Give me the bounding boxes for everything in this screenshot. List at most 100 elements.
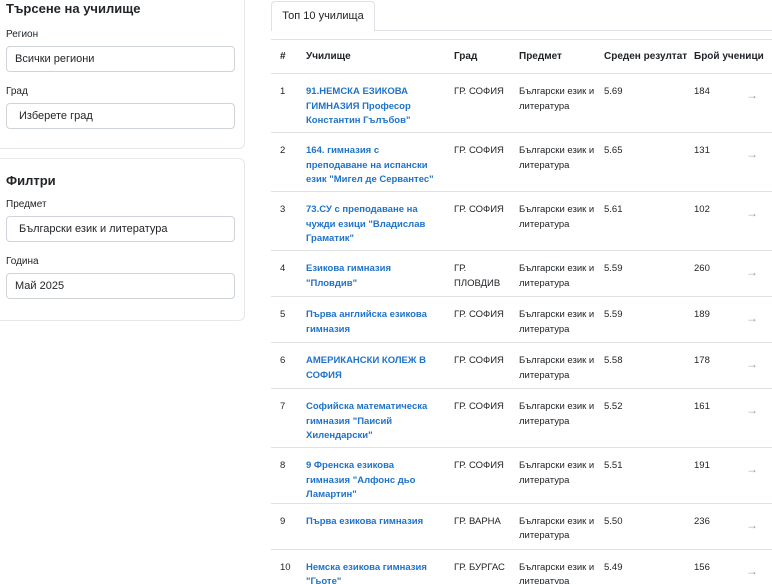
row-subject: Български език и литература <box>511 388 596 448</box>
header-subject[interactable]: Предмет <box>511 39 596 74</box>
header-count[interactable]: Брой ученици <box>686 39 764 74</box>
row-average: 5.59 <box>596 296 686 343</box>
row-average: 5.58 <box>596 342 686 389</box>
school-link[interactable]: 164. гимназия с преподаване на испански … <box>306 145 434 185</box>
table-row[interactable]: 10 Немска езикова гимназия "Гьоте" ГР. БУР… <box>271 549 772 584</box>
filters-panel: Филтри Предмет Български език и литерату… <box>0 158 245 321</box>
row-subject: Български език и литература <box>511 250 596 297</box>
city-select[interactable]: Изберете град <box>6 103 235 129</box>
tab-top-10[interactable]: Топ 10 училища <box>271 1 375 31</box>
table-row[interactable]: 7 Софийска математическа гимназия "Паисий… <box>271 388 772 448</box>
search-panel: Търсене на училище Регион Всички региони… <box>0 0 245 149</box>
row-subject: Български език и литература <box>511 73 596 133</box>
year-label: Година <box>6 256 39 267</box>
year-select[interactable]: Май 2025 <box>6 273 235 299</box>
row-subject: Български език и литература <box>511 549 596 584</box>
row-count: 236 <box>686 503 746 550</box>
school-link[interactable]: 73.СУ с преподаване на чужди езици "Влад… <box>306 204 425 244</box>
header-city[interactable]: Град <box>446 39 511 74</box>
school-link[interactable]: АМЕРИКАНСКИ КОЛЕЖ В СОФИЯ <box>306 355 426 381</box>
row-city: ГР. СОФИЯ <box>446 73 511 133</box>
row-num: 7 <box>271 388 298 448</box>
results-table-container: # Училище Град Предмет Среден резултат Б… <box>271 39 772 584</box>
row-city: ГР. СОФИЯ <box>446 388 511 448</box>
school-link[interactable]: 9 Френска езикова гимназия "Алфонс дьо Л… <box>306 460 415 500</box>
row-average: 5.49 <box>596 549 686 584</box>
row-subject: Български език и литература <box>511 447 596 504</box>
arrow-right-icon[interactable]: → <box>746 564 758 579</box>
table-row[interactable]: 6 АМЕРИКАНСКИ КОЛЕЖ В СОФИЯ ГР. СОФИЯ Бълга… <box>271 342 772 389</box>
row-city: ГР. БУРГАС <box>446 549 511 584</box>
school-link[interactable]: Немска езикова гимназия "Гьоте" <box>306 562 427 584</box>
arrow-right-icon[interactable]: → <box>746 357 758 372</box>
header-average[interactable]: Среден резултат <box>596 39 687 74</box>
region-select[interactable]: Всички региони <box>6 46 235 72</box>
row-num: 5 <box>271 296 298 343</box>
school-link[interactable]: Езикова гимназия "Пловдив" <box>306 263 391 289</box>
row-count: 156 <box>686 549 746 584</box>
row-num: 10 <box>271 549 298 584</box>
row-count: 189 <box>686 296 746 343</box>
filters-panel-title: Филтри <box>6 173 56 188</box>
row-num: 1 <box>271 73 298 133</box>
row-subject: Български език и литература <box>511 132 596 192</box>
table-row[interactable]: 89 Френска езикова гимназия "Алфонс дьо … <box>271 447 772 504</box>
arrow-right-icon[interactable]: → <box>746 147 758 162</box>
arrow-right-icon[interactable]: → <box>746 88 758 103</box>
row-average: 5.65 <box>596 132 686 192</box>
arrow-right-icon[interactable]: → <box>746 462 758 477</box>
row-count: 191 <box>686 447 746 504</box>
row-subject: Български език и литература <box>511 342 596 389</box>
row-average: 5.51 <box>596 447 686 504</box>
table-row[interactable]: 5 Първа английска езикова гимназия ГР. СОФ… <box>271 296 772 343</box>
subject-select[interactable]: Български език и литература <box>6 216 235 242</box>
row-average: 5.50 <box>596 503 686 550</box>
table-row[interactable]: 3 73.СУ с преподаване на чужди езици "Вла… <box>271 191 772 251</box>
row-city: ГР. ВАРНА <box>446 503 511 550</box>
table-row[interactable]: 4 Езикова гимназия "Пловдив" ГР. ПЛОВДИВ Бъ… <box>271 250 772 297</box>
arrow-right-icon[interactable]: → <box>746 311 758 326</box>
row-average: 5.69 <box>596 73 686 133</box>
row-city: ГР. СОФИЯ <box>446 296 511 343</box>
row-city: ГР. СОФИЯ <box>446 342 511 389</box>
school-link[interactable]: Първа английска езикова гимназия <box>306 309 427 335</box>
row-city: ГР. СОФИЯ <box>446 132 511 192</box>
row-count: 131 <box>686 132 746 192</box>
header-num[interactable]: # <box>271 39 298 74</box>
arrow-right-icon[interactable]: → <box>746 403 758 418</box>
row-city: ГР. СОФИЯ <box>446 447 511 504</box>
row-subject: Български език и литература <box>511 503 596 550</box>
arrow-right-icon[interactable]: → <box>746 518 758 533</box>
row-count: 184 <box>686 73 746 133</box>
row-num: 4 <box>271 250 298 297</box>
subject-label: Предмет <box>6 199 47 210</box>
table-row[interactable]: 2 164. гимназия с преподаване на испански… <box>271 132 772 192</box>
row-average: 5.61 <box>596 191 686 251</box>
row-num: 3 <box>271 191 298 251</box>
row-city: ГР. СОФИЯ <box>446 191 511 251</box>
arrow-right-icon[interactable]: → <box>746 206 758 221</box>
row-city: ГР. ПЛОВДИВ <box>446 250 511 297</box>
arrow-right-icon[interactable]: → <box>746 265 758 280</box>
header-school[interactable]: Училище <box>298 39 446 74</box>
school-link[interactable]: Първа езикова гимназия <box>306 516 423 527</box>
table-row[interactable]: 1 91.НЕМСКА ЕЗИКОВА ГИМНАЗИЯ Професор Кон… <box>271 73 772 133</box>
row-average: 5.59 <box>596 250 686 297</box>
school-link[interactable]: 91.НЕМСКА ЕЗИКОВА ГИМНАЗИЯ Професор Конс… <box>306 86 411 126</box>
school-link[interactable]: Софийска математическа гимназия "Паисий … <box>306 401 427 441</box>
row-count: 161 <box>686 388 746 448</box>
row-count: 178 <box>686 342 746 389</box>
row-num: 9 <box>271 503 298 550</box>
city-label: Град <box>6 86 28 97</box>
row-average: 5.52 <box>596 388 686 448</box>
row-num: 8 <box>271 447 298 504</box>
row-num: 6 <box>271 342 298 389</box>
table-row[interactable]: 9 Първа езикова гимназия ГР. ВАРНА Българск… <box>271 503 772 550</box>
search-panel-title: Търсене на училище <box>6 1 141 16</box>
table-header-row: # Училище Град Предмет Среден резултат Б… <box>271 39 772 74</box>
results-table: # Училище Град Предмет Среден резултат Б… <box>271 39 772 584</box>
row-subject: Български език и литература <box>511 296 596 343</box>
row-count: 260 <box>686 250 746 297</box>
row-subject: Български език и литература <box>511 191 596 251</box>
row-num: 2 <box>271 132 298 192</box>
